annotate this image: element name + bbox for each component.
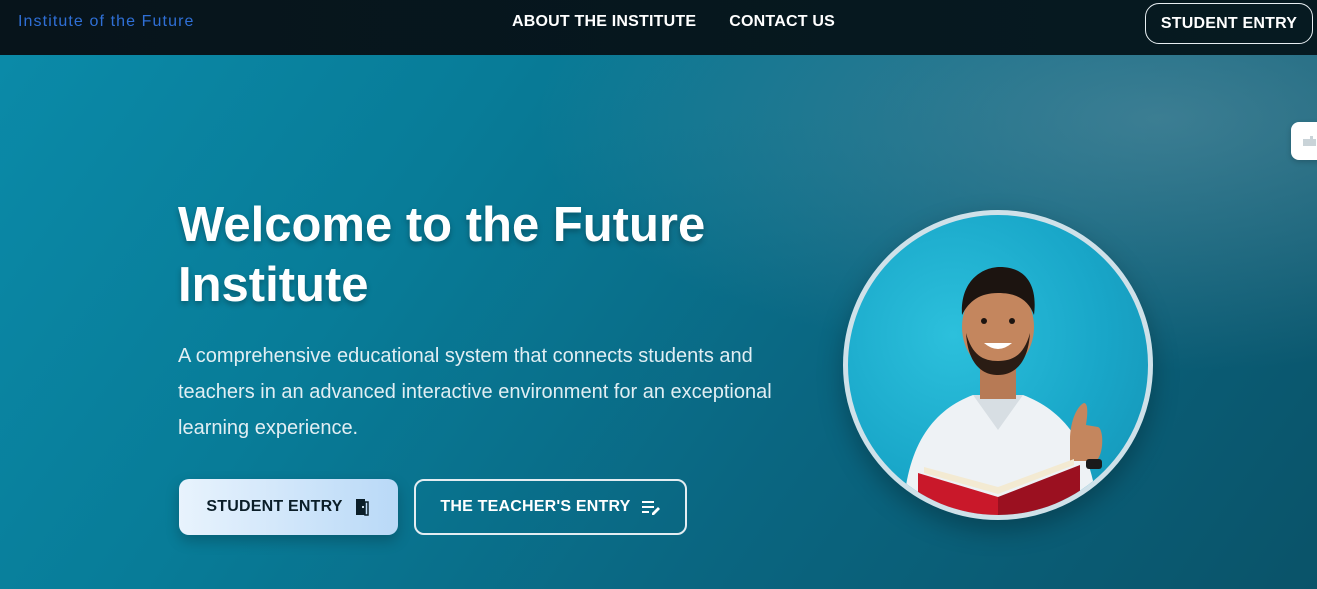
nav-student-entry-button[interactable]: STUDENT ENTRY — [1145, 3, 1313, 44]
nav-link-about[interactable]: ABOUT THE INSTITUTE — [512, 13, 696, 31]
teacher-entry-label: THE TEACHER'S ENTRY — [440, 498, 631, 515]
puzzle-icon — [1303, 136, 1316, 146]
top-navbar: Institute of the Future ABOUT THE INSTIT… — [0, 0, 1317, 55]
portrait-illustration — [903, 267, 1103, 515]
side-floating-tab[interactable] — [1291, 122, 1317, 160]
nav-link-contact[interactable]: CONTACT US — [729, 13, 835, 31]
nav-links: ABOUT THE INSTITUTE CONTACT US — [512, 13, 835, 31]
student-entry-button[interactable]: STUDENT ENTRY — [179, 479, 398, 535]
student-entry-label: STUDENT ENTRY — [206, 498, 343, 515]
door-icon — [355, 499, 369, 516]
brand-link[interactable]: Institute of the Future — [18, 13, 195, 31]
student-portrait-image — [843, 210, 1153, 520]
hero-title: Welcome to the Future Institute — [178, 198, 706, 312]
list-edit-icon — [641, 501, 660, 515]
hero-description: A comprehensive educational system that … — [178, 345, 772, 439]
hero-section: Welcome to the Future Institute A compre… — [0, 55, 1317, 589]
teacher-entry-button[interactable]: THE TEACHER'S ENTRY — [414, 479, 687, 535]
